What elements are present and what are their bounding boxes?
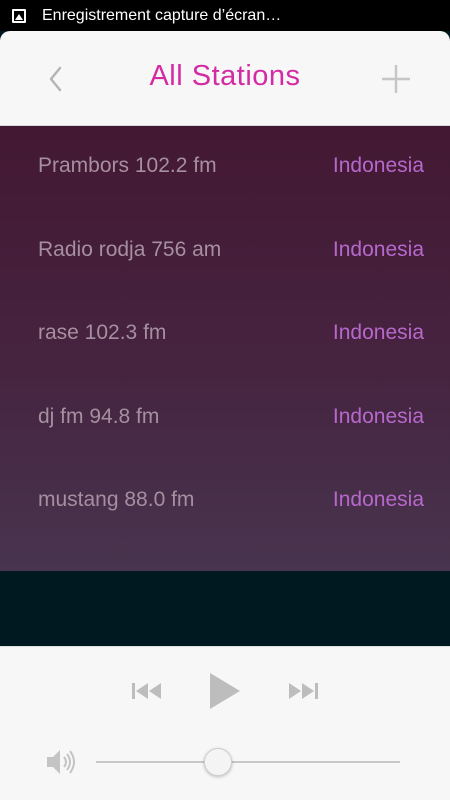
- station-row[interactable]: rase 102.3 fm Indonesia: [0, 293, 450, 377]
- station-name: dj fm 94.8 fm: [38, 404, 160, 428]
- header-bar: All Stations: [0, 31, 450, 126]
- chevron-left-icon: [49, 66, 62, 92]
- station-row[interactable]: dj fm 94.8 fm Indonesia: [0, 377, 450, 461]
- skip-next-icon: [289, 683, 318, 699]
- status-bar: Enregistrement capture d’écran…: [0, 0, 450, 31]
- screenshot-icon: [12, 8, 26, 23]
- back-button[interactable]: [38, 61, 74, 97]
- station-country: Indonesia: [332, 154, 424, 177]
- skip-previous-icon: [132, 683, 161, 699]
- page-title: All Stations: [149, 60, 301, 92]
- player-controls: [0, 646, 450, 800]
- previous-button[interactable]: [128, 677, 166, 705]
- station-list: Prambors 102.2 fm Indonesia Radio rodja 75…: [0, 126, 450, 571]
- station-name: Radio rodja 756 am: [38, 237, 222, 261]
- station-row[interactable]: mustang 88.0 fm Indonesia: [0, 460, 450, 544]
- list-empty-area: [0, 571, 450, 646]
- app-screen: Enregistrement capture d’écran… All Stat…: [0, 0, 450, 800]
- station-row[interactable]: Prambors 102.2 fm Indonesia: [0, 126, 450, 210]
- play-button[interactable]: [204, 671, 244, 711]
- station-name: Prambors 102.2 fm: [38, 154, 217, 177]
- volume-slider[interactable]: [96, 748, 400, 776]
- station-country: Indonesia: [332, 404, 424, 428]
- play-icon: [210, 673, 240, 709]
- volume-slider-thumb[interactable]: [203, 748, 232, 776]
- add-station-button[interactable]: [376, 59, 416, 99]
- station-country: Indonesia: [332, 321, 424, 345]
- station-country: Indonesia: [332, 488, 424, 512]
- station-row[interactable]: Radio rodja 756 am Indonesia: [0, 210, 450, 294]
- plus-icon: [382, 65, 410, 93]
- notification-text: Enregistrement capture d’écran…: [42, 6, 282, 24]
- next-button[interactable]: [284, 677, 322, 705]
- speaker-icon: [47, 750, 75, 774]
- station-name: rase 102.3 fm: [38, 321, 167, 345]
- station-name: mustang 88.0 fm: [38, 488, 195, 512]
- station-country: Indonesia: [332, 237, 424, 261]
